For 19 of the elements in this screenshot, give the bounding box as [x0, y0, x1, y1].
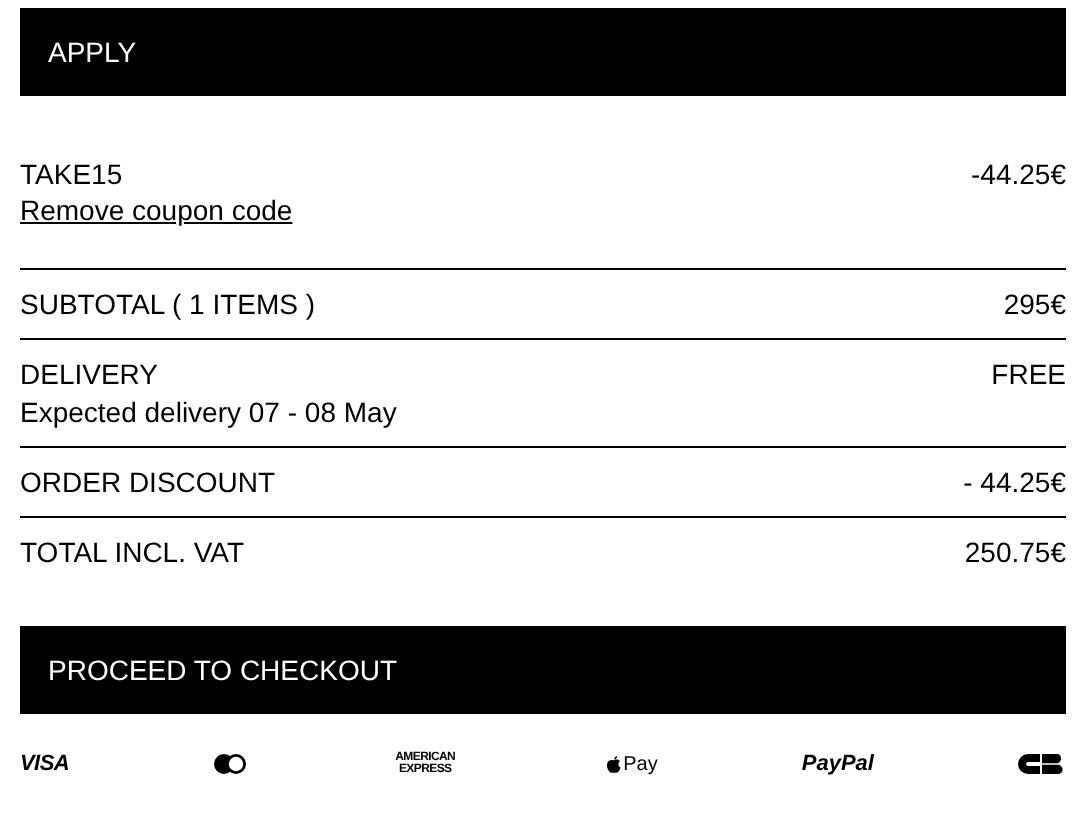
- summary-label: TOTAL INCL. VAT: [20, 534, 245, 570]
- delivery-note: Expected delivery 07 - 08 May: [20, 394, 397, 430]
- summary-label: SUBTOTAL ( 1 ITEMS ): [20, 286, 316, 322]
- checkout-button[interactable]: PROCEED TO CHECKOUT: [20, 626, 1066, 714]
- summary-value: - 44.25€: [963, 464, 1066, 500]
- coupon-amount: -44.25€: [971, 156, 1066, 194]
- mastercard-logo: [213, 754, 246, 774]
- summary-value: FREE: [991, 356, 1066, 394]
- summary-label: ORDER DISCOUNT: [20, 464, 276, 500]
- apple-pay-logo: Pay: [605, 749, 658, 779]
- paypal-logo: PayPal: [801, 749, 874, 780]
- apply-button[interactable]: APPLY: [20, 8, 1066, 96]
- visa-logo: VISA: [20, 749, 70, 780]
- cb-logo: [1017, 754, 1066, 774]
- summary-value: 295€: [1003, 286, 1066, 322]
- summary-value: 250.75€: [964, 534, 1066, 570]
- coupon-code: TAKE15: [20, 156, 125, 192]
- summary-label: DELIVERY: [20, 356, 160, 392]
- remove-coupon-link[interactable]: Remove coupon code: [20, 192, 293, 228]
